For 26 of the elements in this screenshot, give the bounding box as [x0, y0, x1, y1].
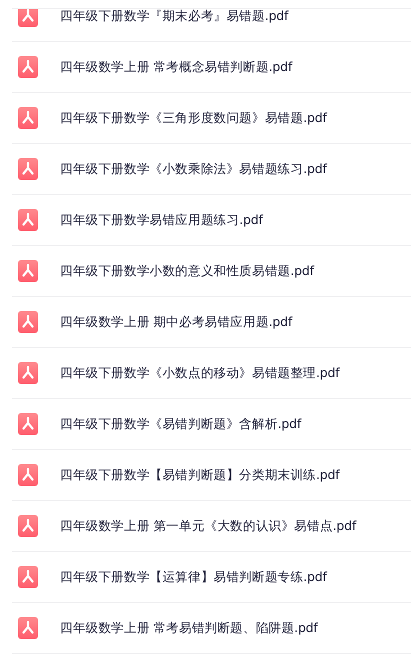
file-name[interactable]: 四年级下册数学『期末必考』易错题.pdf [60, 9, 288, 24]
file-name[interactable]: 四年级下册数学《小数点的移动》易错题整理.pdf [60, 364, 340, 382]
pdf-file-icon [18, 311, 38, 333]
pdf-file-icon [18, 260, 38, 282]
file-name[interactable]: 四年级下册数学《三角形度数问题》易错题.pdf [60, 110, 327, 126]
file-name[interactable]: 四年级数学上册 期中必考易错应用题.pdf [60, 314, 292, 330]
pdf-file-icon [18, 158, 38, 180]
file-name[interactable]: 四年级下册数学小数的意义和性质易错题.pdf [60, 262, 314, 280]
pdf-file-icon [18, 107, 38, 129]
file-name[interactable]: 四年级下册数学易错应用题练习.pdf [60, 212, 263, 228]
pdf-file-icon [18, 464, 38, 486]
pdf-file-icon [18, 9, 38, 27]
pdf-file-icon [18, 56, 38, 78]
file-name[interactable]: 四年级下册数学《易错判断题》含解析.pdf [60, 416, 302, 432]
file-name[interactable]: 四年级数学上册 第一单元《大数的认识》易错点.pdf [60, 518, 356, 534]
pdf-file-icon [18, 209, 38, 231]
file-name[interactable]: 四年级数学上册 常考易错判断题、陷阱题.pdf [60, 620, 318, 636]
pdf-file-icon [18, 566, 38, 588]
file-name[interactable]: 四年级数学上册 常考概念易错判断题.pdf [60, 58, 292, 76]
pdf-file-icon [18, 413, 38, 435]
file-name[interactable]: 四年级下册数学【易错判断题】分类期末训练.pdf [60, 466, 340, 484]
pdf-file-icon [18, 362, 38, 384]
pdf-file-icon [18, 617, 38, 639]
pdf-file-icon [18, 515, 38, 537]
file-name[interactable]: 四年级下册数学【运算律】易错判断题专练.pdf [60, 568, 327, 586]
file-name[interactable]: 四年级下册数学《小数乘除法》易错题练习.pdf [60, 160, 327, 178]
